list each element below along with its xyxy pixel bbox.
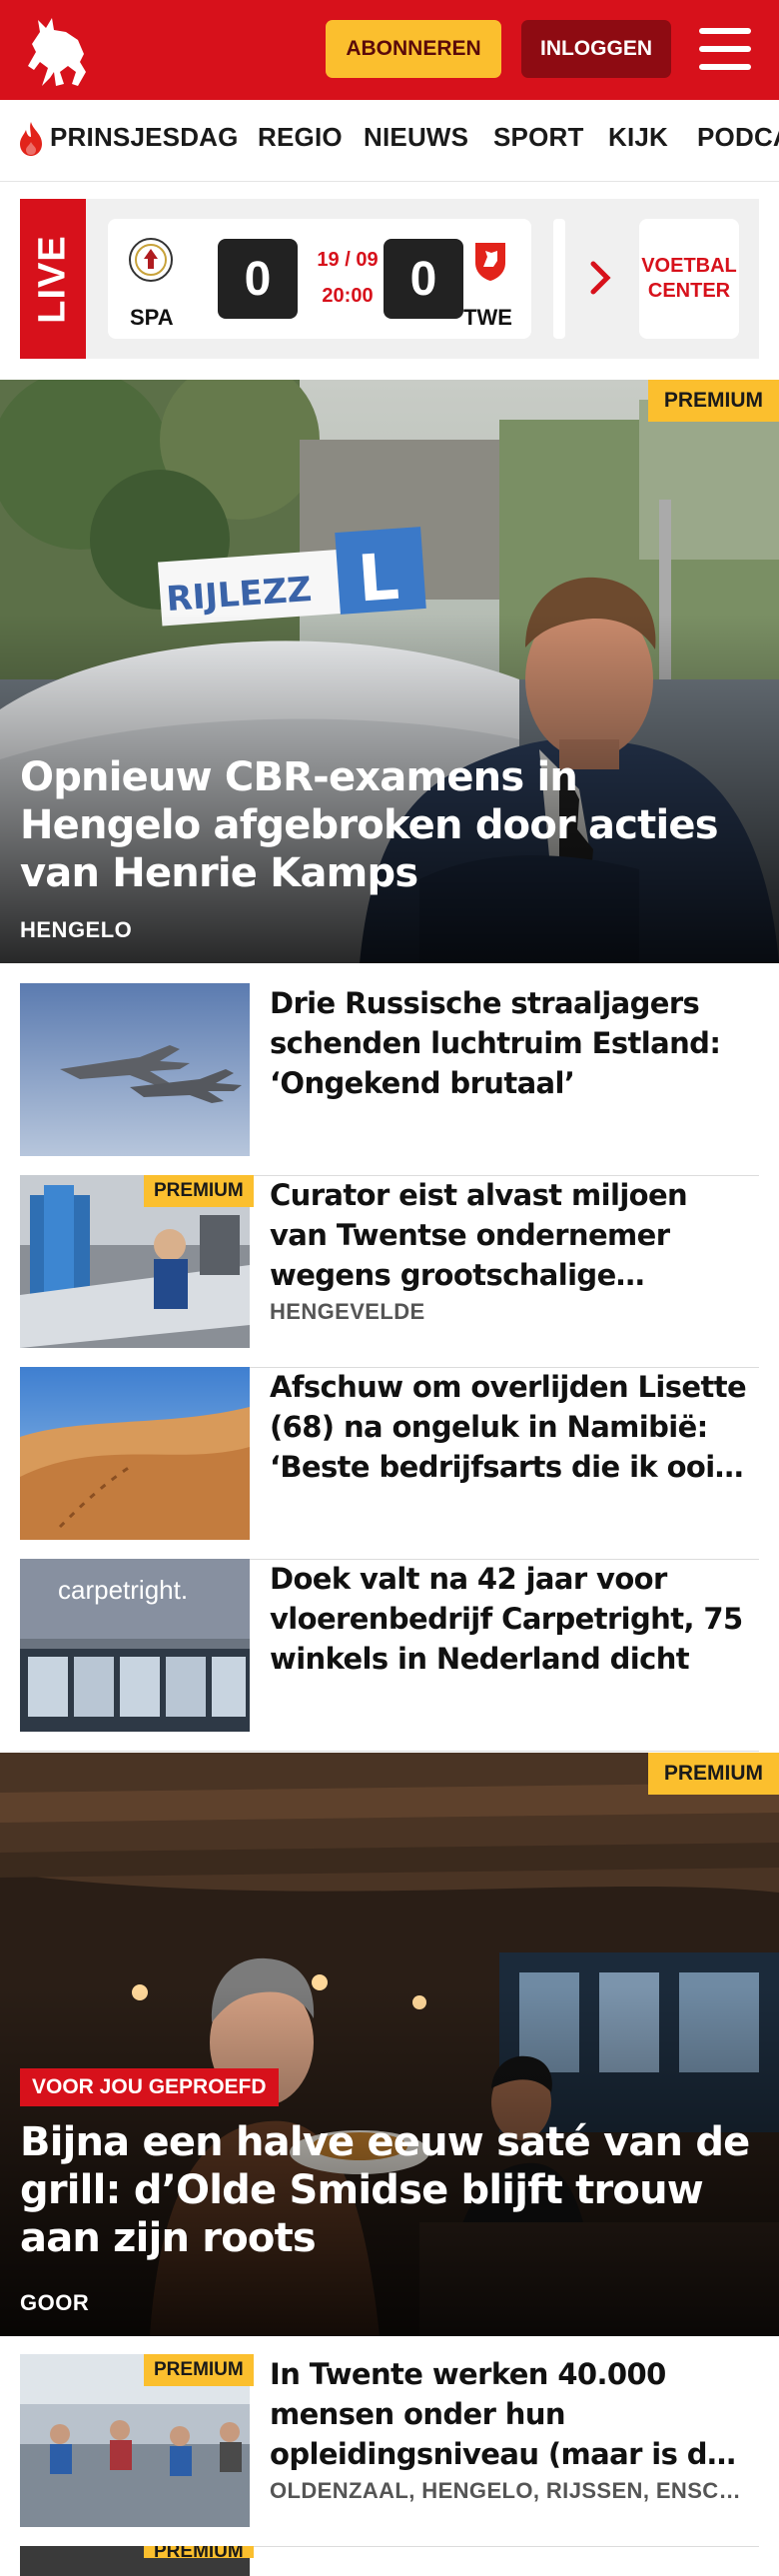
home-team-code: SPA xyxy=(130,305,174,330)
article-title[interactable]: Curator eist alvast miljoen van Twentse … xyxy=(270,1175,749,1295)
top-header: ABONNEREN INLOGGEN xyxy=(0,0,779,100)
thumb-fighter-jets xyxy=(20,983,250,1156)
section-nav: PRINSJESDAG REGIO NIEUWS SPORT KIJK PODC… xyxy=(0,100,779,182)
article-title[interactable]: In Twente werken 40.000 mensen onder hun… xyxy=(270,2354,749,2474)
list-item[interactable]: carpetright. Doek valt na 42 jaar voor v… xyxy=(20,1559,759,1752)
away-score: 0 xyxy=(384,239,463,319)
list-item[interactable]: Drie Russische straaljagers schenden luc… xyxy=(20,983,759,1176)
premium-badge: PREMIUM xyxy=(647,1753,779,1795)
match-date: 19 / 09 xyxy=(317,249,379,271)
live-score-strip: LIVE SPA 0 19 / 09 20:00 0 TWE VOETBAL CE… xyxy=(20,199,759,359)
live-label: LIVE xyxy=(20,199,86,359)
nav-item-regio[interactable]: REGIO xyxy=(258,122,343,153)
thumb-carpetright-store: carpetright. xyxy=(20,1559,250,1732)
premium-badge: PREMIUM xyxy=(144,2546,254,2558)
premium-badge: PREMIUM xyxy=(144,1175,254,1207)
list-item[interactable]: PREMIUM Curator eist alvast miljoen van … xyxy=(20,1175,759,1368)
nav-item-prinsjesdag[interactable]: PRINSJESDAG xyxy=(50,122,239,153)
twente-crest-icon xyxy=(475,243,505,281)
premium-badge: PREMIUM xyxy=(647,380,779,422)
hero-article-cbr[interactable]: RIJLEZZ L PREMIUM Opnieuw CBR-examens in… xyxy=(0,380,779,963)
list-item[interactable]: Afschuw om overlijden Lisette (68) na on… xyxy=(20,1367,759,1560)
menu-icon[interactable] xyxy=(699,28,751,72)
article-location: OLDENZAAL, HENGELO, RIJSSEN, ENSCHEDE xyxy=(270,2478,749,2503)
hero-location: HENGELO xyxy=(20,917,133,942)
section-tag[interactable]: VOOR JOU GEPROEFD xyxy=(20,2068,279,2106)
store-sign-text: carpetright. xyxy=(58,1575,188,1605)
hero-location: GOOR xyxy=(20,2290,90,2315)
tubantia-horse-logo[interactable] xyxy=(20,10,104,90)
next-match-card-edge[interactable] xyxy=(553,219,565,339)
home-score: 0 xyxy=(218,239,298,319)
subscribe-button[interactable]: ABONNEREN xyxy=(326,20,501,78)
article-location: HENGEVELDE xyxy=(270,1299,425,1324)
sparta-crest-icon xyxy=(129,238,173,282)
hero-headline[interactable]: Opnieuw CBR-examens in Hengelo afgebroke… xyxy=(20,753,759,897)
voetbal-center-link[interactable]: VOETBAL CENTER xyxy=(639,219,739,339)
article-title[interactable]: Afschuw om overlijden Lisette (68) na on… xyxy=(270,1367,749,1487)
match-time: 20:00 xyxy=(322,285,374,307)
thumb-desert xyxy=(20,1367,250,1540)
hero-headline[interactable]: Bijna een halve eeuw saté van de grill: … xyxy=(20,2118,759,2262)
chevron-right-icon[interactable] xyxy=(589,261,611,295)
list-item[interactable]: PREMIUM In Twente werken 40.000 mensen o… xyxy=(20,2354,759,2547)
away-team-code: TWE xyxy=(463,305,512,330)
list-item[interactable]: PREMIUM xyxy=(20,2546,759,2576)
nav-item-nieuws[interactable]: NIEUWS xyxy=(364,122,468,153)
nav-item-kijk[interactable]: KIJK xyxy=(608,122,668,153)
sign-letter: L xyxy=(356,541,401,618)
login-button[interactable]: INLOGGEN xyxy=(521,20,671,78)
premium-badge: PREMIUM xyxy=(144,2354,254,2386)
article-title[interactable]: Doek valt na 42 jaar voor vloerenbedrijf… xyxy=(270,1559,749,1679)
nav-item-sport[interactable]: SPORT xyxy=(493,122,584,153)
match-card[interactable]: SPA 0 19 / 09 20:00 0 TWE xyxy=(108,219,531,339)
nav-item-podcast[interactable]: PODCA xyxy=(697,122,779,153)
article-title[interactable]: Drie Russische straaljagers schenden luc… xyxy=(270,983,749,1103)
flame-icon xyxy=(20,122,42,156)
hero-article-sate[interactable]: PREMIUM VOOR JOU GEPROEFD Bijna een halv… xyxy=(0,1753,779,2336)
